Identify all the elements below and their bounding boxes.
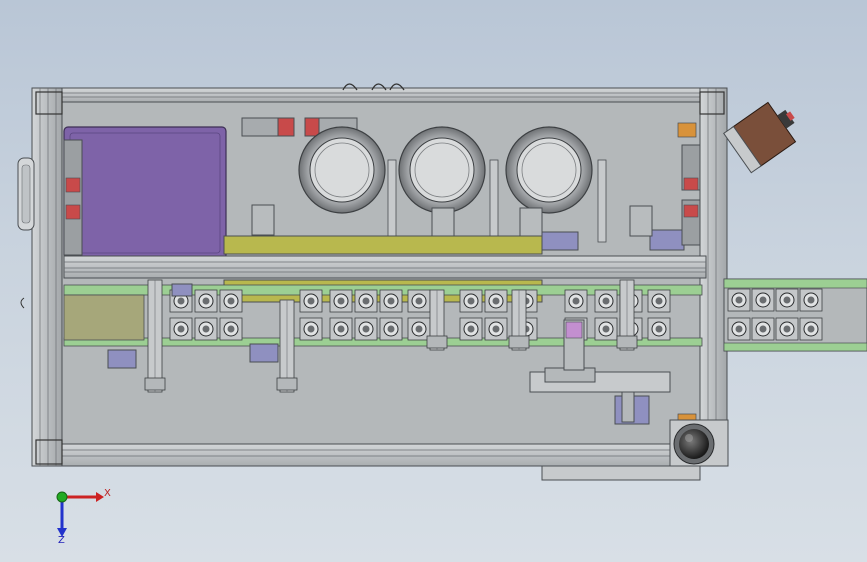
pallet-lower bbox=[647, 317, 671, 341]
pallet-lower bbox=[379, 317, 403, 341]
pallet-upper bbox=[329, 289, 353, 313]
frame-top-rail bbox=[31, 87, 728, 103]
outfeed-pallet bbox=[751, 288, 775, 312]
pallet-upper bbox=[564, 289, 588, 313]
pallet-upper bbox=[219, 289, 243, 313]
linear-module bbox=[616, 279, 638, 351]
pallet-lower bbox=[219, 317, 243, 341]
pallet-upper bbox=[379, 289, 403, 313]
pallet-upper bbox=[354, 289, 378, 313]
pallet-upper bbox=[594, 289, 618, 313]
emergency-stop-knob bbox=[669, 419, 729, 467]
purple-control-panel bbox=[63, 126, 227, 260]
ring-feeder-1 bbox=[298, 126, 386, 214]
linear-module bbox=[508, 289, 530, 351]
pallet-upper bbox=[484, 289, 508, 313]
pallet-lower bbox=[194, 317, 218, 341]
pallet-lower bbox=[594, 317, 618, 341]
pallet-upper bbox=[459, 289, 483, 313]
outfeed-pallet bbox=[775, 317, 799, 341]
outfeed-pallet bbox=[751, 317, 775, 341]
pallet-upper bbox=[647, 289, 671, 313]
z-axis-label: Z bbox=[58, 535, 65, 546]
frame-bottom-rail bbox=[31, 443, 683, 467]
ring-feeder-3 bbox=[505, 126, 593, 214]
camera-sensor bbox=[723, 101, 797, 174]
x-axis-label: X bbox=[104, 488, 111, 499]
outfeed-pallet bbox=[799, 288, 823, 312]
ring-feeder-2 bbox=[398, 126, 486, 214]
linear-module bbox=[276, 299, 298, 393]
pallet-lower bbox=[354, 317, 378, 341]
coordinate-triad-icon: X Z bbox=[56, 488, 111, 546]
outfeed-pallet bbox=[727, 288, 751, 312]
pallet-lower bbox=[169, 317, 193, 341]
pallet-lower bbox=[329, 317, 353, 341]
pallet-upper bbox=[299, 289, 323, 313]
orange-bracket-top bbox=[677, 122, 697, 138]
outfeed-pallet bbox=[727, 317, 751, 341]
pallet-lower bbox=[299, 317, 323, 341]
gantry-beam bbox=[63, 255, 707, 279]
cad-viewport[interactable]: X Z bbox=[0, 0, 867, 562]
pallet-lower bbox=[484, 317, 508, 341]
pallet-lower bbox=[459, 317, 483, 341]
frame-left-rail bbox=[31, 87, 63, 467]
linear-module bbox=[144, 279, 166, 393]
outfeed-conveyor bbox=[723, 278, 867, 352]
bottom-extension-plate bbox=[541, 465, 701, 481]
outfeed-pallet bbox=[799, 317, 823, 341]
pallet-upper bbox=[194, 289, 218, 313]
linear-module bbox=[426, 289, 448, 351]
outfeed-pallet bbox=[775, 288, 799, 312]
pallet-upper bbox=[407, 289, 431, 313]
